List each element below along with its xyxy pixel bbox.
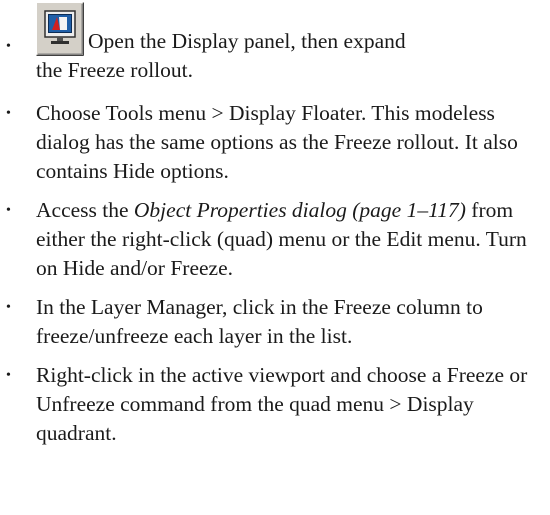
list-item: • Open the Display panel, then expand th… (0, 2, 550, 85)
bullet-text: Open the Display panel, then expand (88, 29, 406, 53)
bullet-marker: • (6, 106, 11, 121)
bullet-marker: • (6, 39, 11, 54)
list-item: • Choose Tools menu > Display Floater. T… (0, 99, 550, 186)
bullet-marker: • (6, 203, 11, 218)
first-line: Open the Display panel, then expand (36, 2, 542, 57)
bullet-text: Choose Tools menu > Display Floater. Thi… (36, 101, 518, 183)
document-page: • Open the Display panel, then expand th… (0, 0, 550, 515)
bullet-marker: • (6, 368, 11, 383)
bullet-text: Access the (36, 198, 134, 222)
object-properties-reference-link[interactable]: Object Properties dialog (page 1–117) (134, 198, 466, 222)
bullet-text-continued: the Freeze rollout. (36, 58, 194, 82)
bullet-text: In the Layer Manager, click in the Freez… (36, 295, 483, 348)
list-item: • In the Layer Manager, click in the Fre… (0, 293, 550, 351)
bullet-text: Right-click in the active viewport and c… (36, 363, 528, 445)
list-item: • Right-click in the active viewport and… (0, 361, 550, 448)
bullet-list: • Open the Display panel, then expand th… (0, 2, 550, 448)
list-item: • Access the Object Properties dialog (p… (0, 196, 550, 283)
bullet-marker: • (6, 300, 11, 315)
display-panel-icon (36, 2, 85, 57)
